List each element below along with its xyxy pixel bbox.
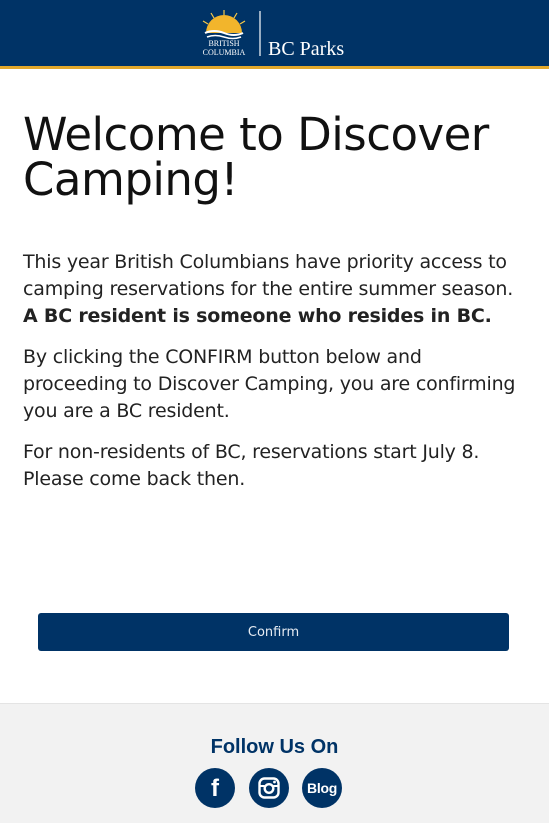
priority-access-text: This year British Columbians have priori… <box>23 251 514 300</box>
confirm-button[interactable]: Confirm <box>38 613 509 651</box>
site-footer: Follow Us On f Blog <box>0 703 549 823</box>
blog-icon: Blog <box>307 780 337 796</box>
logo-british-text: BRITISH <box>208 39 239 48</box>
bc-logo-graphic: BRITISH COLUMBIA BC Parks <box>203 10 344 59</box>
instagram-icon <box>258 777 280 799</box>
site-header: BRITISH COLUMBIA BC Parks <box>0 0 549 69</box>
priority-access-paragraph: This year British Columbians have priori… <box>23 249 528 330</box>
logo-columbia-text: COLUMBIA <box>203 48 246 57</box>
bc-resident-definition: A BC resident is someone who resides in … <box>23 305 492 327</box>
confirm-instructions-paragraph: By clicking the CONFIRM button below and… <box>23 346 516 422</box>
blog-link[interactable]: Blog <box>302 768 342 808</box>
follow-us-heading: Follow Us On <box>210 736 339 758</box>
bc-parks-logo[interactable]: BRITISH COLUMBIA BC Parks <box>196 9 354 59</box>
main-content: Welcome to Discover Camping! This year B… <box>23 112 528 490</box>
non-resident-paragraph: For non-residents of BC, reservations st… <box>23 441 480 490</box>
page-title: Welcome to Discover Camping! <box>23 112 528 202</box>
title-line-2: Camping! <box>23 153 239 206</box>
facebook-icon: f <box>211 774 219 802</box>
facebook-link[interactable]: f <box>195 768 235 808</box>
logo-bc-parks-text: BC Parks <box>268 38 344 59</box>
instagram-link[interactable] <box>249 768 289 808</box>
